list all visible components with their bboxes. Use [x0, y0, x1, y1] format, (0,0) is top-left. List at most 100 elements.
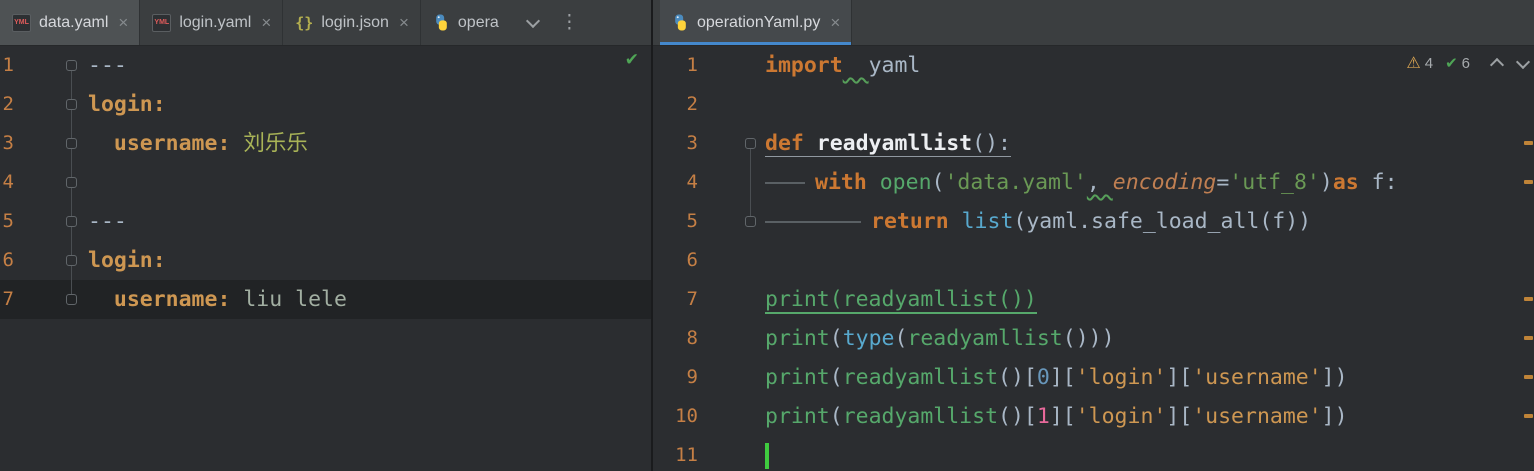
code-token: )	[1319, 170, 1333, 195]
scrollbar-warning-mark[interactable]	[1524, 141, 1533, 145]
gutter[interactable]	[14, 46, 88, 85]
code-line[interactable]: 5 ---	[0, 202, 651, 241]
code-line[interactable]: 6	[653, 241, 1534, 280]
line-number[interactable]: 1	[0, 46, 14, 85]
code-line[interactable]: 6 login:	[0, 241, 651, 280]
code-token: ():	[972, 131, 1011, 157]
code-token: username:	[113, 287, 231, 312]
code-line[interactable]: 1 import yaml	[653, 46, 1534, 85]
line-number[interactable]: 7	[653, 280, 698, 319]
line-number[interactable]: 7	[0, 280, 14, 319]
code-line[interactable]: 3 def readyamllist():	[653, 124, 1534, 163]
line-number[interactable]: 8	[653, 319, 698, 358]
gutter[interactable]	[698, 436, 765, 471]
tab-label: login.yaml	[179, 13, 252, 31]
fold-marker-icon[interactable]	[745, 138, 756, 149]
code-line[interactable]: 2	[653, 85, 1534, 124]
close-tab-icon[interactable]: ×	[399, 14, 409, 31]
code-line[interactable]: 1 ---	[0, 46, 651, 85]
line-number[interactable]: 1	[653, 46, 698, 85]
python-editor[interactable]: 1 import yaml 2 3 def readyamllist(): 4 with o…	[653, 46, 1534, 471]
gutter[interactable]	[698, 46, 765, 85]
scrollbar-warning-mark[interactable]	[1524, 336, 1533, 340]
line-number[interactable]: 5	[0, 202, 14, 241]
gutter[interactable]	[698, 397, 765, 436]
code-line[interactable]: 5 return list(yaml.safe_load_all(f))	[653, 202, 1534, 241]
fold-marker-icon[interactable]	[66, 216, 77, 227]
line-number[interactable]: 3	[0, 124, 14, 163]
gutter[interactable]	[698, 202, 765, 241]
code-line[interactable]: 7 print(readyamllist())	[653, 280, 1534, 319]
scrollbar-warning-mark[interactable]	[1524, 180, 1533, 184]
gutter[interactable]	[14, 280, 88, 319]
code-token: 刘乐乐	[243, 131, 308, 156]
line-number[interactable]: 6	[0, 241, 14, 280]
line-number[interactable]: 11	[653, 436, 698, 471]
gutter[interactable]	[698, 241, 765, 280]
fold-marker-icon[interactable]	[745, 216, 756, 227]
gutter[interactable]	[698, 280, 765, 319]
python-code-area: 1 import yaml 2 3 def readyamllist(): 4 with o…	[653, 46, 1534, 471]
code-token: 'data.yaml'	[944, 170, 1087, 195]
line-number[interactable]: 6	[653, 241, 698, 280]
next-problem-chevron-down-icon[interactable]	[1515, 54, 1531, 70]
yaml-editor[interactable]: 1 --- 2 login: 3 username: 刘乐乐 4 5 --- 6 login: 7 …	[0, 46, 651, 471]
json-file-icon: {}	[295, 13, 314, 32]
code-token: f:	[1358, 170, 1398, 195]
line-number[interactable]: 5	[653, 202, 698, 241]
code-line[interactable]: 7 username: liu lele	[0, 280, 651, 319]
gutter[interactable]	[698, 358, 765, 397]
inspections-widget[interactable]: ⚠ 4 ✔ 6	[1406, 53, 1531, 73]
line-number[interactable]: 10	[653, 397, 698, 436]
code-line[interactable]: 4	[0, 163, 651, 202]
code-line[interactable]: 2 login:	[0, 85, 651, 124]
line-number[interactable]: 4	[0, 163, 14, 202]
line-number[interactable]: 2	[653, 85, 698, 124]
fold-marker-icon[interactable]	[66, 294, 77, 305]
inspection-ok-icon[interactable]: ✔	[625, 50, 639, 70]
gutter[interactable]	[698, 124, 765, 163]
previous-problem-chevron-up-icon[interactable]	[1489, 57, 1505, 73]
code-line[interactable]: 10 print(readyamllist()[1]['login']['user…	[653, 397, 1534, 436]
fold-marker-icon[interactable]	[66, 60, 77, 71]
scrollbar-warning-mark[interactable]	[1524, 375, 1533, 379]
tab-login-yaml[interactable]: YML login.yaml ×	[140, 0, 284, 45]
close-tab-icon[interactable]: ×	[118, 14, 128, 31]
tab-operation-yaml-py[interactable]: operationYaml.py ×	[660, 0, 853, 45]
code-line[interactable]: 11	[653, 436, 1534, 471]
tab-data-yaml[interactable]: YML data.yaml ×	[0, 0, 141, 45]
line-number[interactable]: 3	[653, 124, 698, 163]
line-number[interactable]: 9	[653, 358, 698, 397]
gutter[interactable]	[698, 85, 765, 124]
line-number[interactable]: 2	[0, 85, 14, 124]
code-line[interactable]: 3 username: 刘乐乐	[0, 124, 651, 163]
scrollbar-warning-mark[interactable]	[1524, 414, 1533, 418]
code-line[interactable]: 8 print(type(readyamllist()))	[653, 319, 1534, 358]
tab-login-json[interactable]: {} login.json ×	[283, 0, 421, 45]
line-number[interactable]: 4	[653, 163, 698, 202]
gutter[interactable]	[698, 163, 765, 202]
fold-marker-icon[interactable]	[66, 99, 77, 110]
more-options-icon[interactable]: ⋮	[560, 11, 579, 34]
fold-marker-icon[interactable]	[66, 177, 77, 188]
tab-operation-yaml-py-truncated[interactable]: opera	[421, 0, 510, 45]
gutter[interactable]	[698, 319, 765, 358]
code-text: def readyamllist():	[765, 124, 1011, 163]
fold-marker-icon[interactable]	[66, 255, 77, 266]
hidden-tabs-chevron-down-icon[interactable]	[525, 13, 540, 29]
code-line[interactable]: 9 print(readyamllist()[0]['login']['usern…	[653, 358, 1534, 397]
fold-marker-icon[interactable]	[66, 138, 77, 149]
close-tab-icon[interactable]: ×	[261, 14, 271, 31]
scrollbar-warning-mark[interactable]	[1524, 297, 1533, 301]
gutter[interactable]	[14, 85, 88, 124]
close-tab-icon[interactable]: ×	[830, 14, 840, 31]
gutter[interactable]	[14, 202, 88, 241]
code-token: (	[894, 326, 908, 351]
code-line[interactable]: 4 with open('data.yaml', encoding='utf_8'…	[653, 163, 1534, 202]
tab-label: login.json	[321, 13, 389, 31]
gutter[interactable]	[14, 163, 88, 202]
left-tab-bar: YML data.yaml × YML login.yaml × {} logi…	[0, 0, 651, 46]
gutter[interactable]	[14, 241, 88, 280]
gutter[interactable]	[14, 124, 88, 163]
